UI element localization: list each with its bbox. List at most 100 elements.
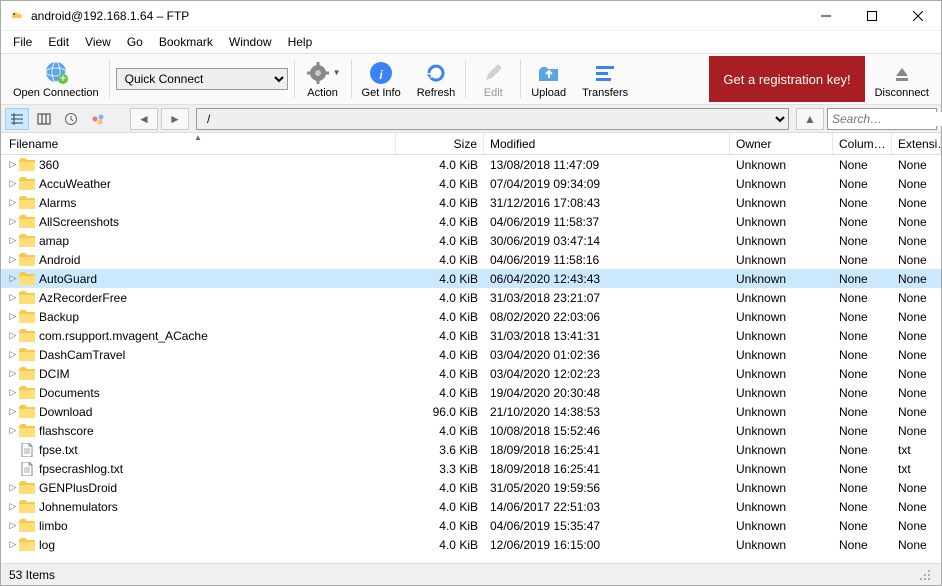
nav-up-button[interactable]: ▲ (796, 108, 824, 130)
view-column-toggle[interactable] (32, 108, 56, 130)
table-row[interactable]: ▷GENPlusDroid4.0 KiB31/05/2020 19:59:56U… (1, 478, 941, 497)
upload-button[interactable]: Upload (523, 56, 574, 102)
table-row[interactable]: ▷AllScreenshots4.0 KiB04/06/2019 11:58:3… (1, 212, 941, 231)
table-row[interactable]: ▷Download96.0 KiB21/10/2020 14:38:53Unkn… (1, 402, 941, 421)
table-row[interactable]: fpse.txt3.6 KiB18/09/2018 16:25:41Unknow… (1, 440, 941, 459)
column-size[interactable]: Size (396, 133, 484, 154)
file-name: GENPlusDroid (39, 481, 117, 495)
expand-icon[interactable]: ▷ (7, 216, 19, 227)
expand-icon[interactable]: ▷ (7, 539, 19, 550)
menu-bookmark[interactable]: Bookmark (151, 33, 221, 51)
file-column: None (833, 500, 892, 514)
file-name: com.rsupport.mvagent_ACache (39, 329, 208, 343)
table-row[interactable]: ▷Documents4.0 KiB19/04/2020 20:30:48Unkn… (1, 383, 941, 402)
expand-icon[interactable]: ▷ (7, 406, 19, 417)
arrow-left-icon: ◄ (138, 112, 150, 126)
file-owner: Unknown (730, 329, 833, 343)
menu-go[interactable]: Go (119, 33, 151, 51)
column-owner[interactable]: Owner (730, 133, 833, 154)
file-column: None (833, 348, 892, 362)
file-name: limbo (39, 519, 68, 533)
open-connection-button[interactable]: + Open Connection (5, 56, 107, 102)
toolbar: + Open Connection Quick Connect ▼ Action… (1, 53, 941, 105)
table-row[interactable]: ▷AzRecorderFree4.0 KiB31/03/2018 23:21:0… (1, 288, 941, 307)
table-row[interactable]: ▷AccuWeather4.0 KiB07/04/2019 09:34:09Un… (1, 174, 941, 193)
history-toggle[interactable] (59, 108, 83, 130)
resize-grip[interactable] (917, 567, 933, 583)
table-row[interactable]: ▷DashCamTravel4.0 KiB03/04/2020 01:02:36… (1, 345, 941, 364)
registration-key-button[interactable]: Get a registration key! (709, 56, 864, 102)
column-modified[interactable]: Modified (484, 133, 730, 154)
action-button[interactable]: ▼ Action (297, 56, 349, 102)
refresh-button[interactable]: Refresh (409, 56, 464, 102)
file-column: None (833, 405, 892, 419)
nav-back-button[interactable]: ◄ (130, 108, 158, 130)
search-box[interactable] (827, 108, 937, 130)
titlebar: android@192.168.1.64 – FTP (1, 1, 941, 31)
file-size: 4.0 KiB (396, 177, 484, 191)
expand-icon[interactable]: ▷ (7, 254, 19, 265)
column-filename[interactable]: Filename▲ (1, 133, 396, 154)
table-row[interactable]: fpsecrashlog.txt3.3 KiB18/09/2018 16:25:… (1, 459, 941, 478)
file-name: amap (39, 234, 69, 248)
path-dropdown[interactable]: / (196, 108, 789, 130)
expand-icon[interactable]: ▷ (7, 349, 19, 360)
table-row[interactable]: ▷Backup4.0 KiB08/02/2020 22:03:06Unknown… (1, 307, 941, 326)
minimize-button[interactable] (803, 1, 849, 31)
expand-icon[interactable]: ▷ (7, 311, 19, 322)
expand-icon[interactable]: ▷ (7, 292, 19, 303)
maximize-button[interactable] (849, 1, 895, 31)
table-row[interactable]: ▷Alarms4.0 KiB31/12/2016 17:08:43Unknown… (1, 193, 941, 212)
menu-window[interactable]: Window (221, 33, 280, 51)
file-owner: Unknown (730, 272, 833, 286)
view-list-toggle[interactable] (5, 108, 29, 130)
expand-icon[interactable]: ▷ (7, 425, 19, 436)
transfers-button[interactable]: Transfers (574, 56, 636, 102)
file-owner: Unknown (730, 367, 833, 381)
quick-connect-dropdown[interactable]: Quick Connect (112, 56, 292, 102)
expand-icon[interactable]: ▷ (7, 368, 19, 379)
menu-view[interactable]: View (77, 33, 119, 51)
table-row[interactable]: ▷log4.0 KiB12/06/2019 16:15:00UnknownNon… (1, 535, 941, 554)
expand-icon[interactable]: ▷ (7, 387, 19, 398)
table-row[interactable]: ▷DCIM4.0 KiB03/04/2020 12:02:23UnknownNo… (1, 364, 941, 383)
column-column[interactable]: Colum… (833, 133, 892, 154)
expand-icon[interactable]: ▷ (7, 178, 19, 189)
expand-icon[interactable]: ▷ (7, 330, 19, 341)
expand-icon[interactable]: ▷ (7, 482, 19, 493)
arrow-right-icon: ► (169, 112, 181, 126)
expand-icon[interactable]: ▷ (7, 159, 19, 170)
close-button[interactable] (895, 1, 941, 31)
table-row[interactable]: ▷flashscore4.0 KiB10/08/2018 15:52:46Unk… (1, 421, 941, 440)
file-modified: 31/03/2018 13:41:31 (484, 329, 730, 343)
expand-icon[interactable]: ▷ (7, 273, 19, 284)
menu-file[interactable]: File (5, 33, 40, 51)
expand-icon[interactable]: ▷ (7, 501, 19, 512)
file-list[interactable]: ▷3604.0 KiB13/08/2018 11:47:09UnknownNon… (1, 155, 941, 563)
file-extension: None (892, 196, 941, 210)
table-row[interactable]: ▷com.rsupport.mvagent_ACache4.0 KiB31/03… (1, 326, 941, 345)
edit-button[interactable]: Edit (468, 56, 518, 102)
get-info-button[interactable]: i Get Info (354, 56, 409, 102)
expand-icon[interactable]: ▷ (7, 235, 19, 246)
disconnect-button[interactable]: Disconnect (867, 56, 937, 102)
file-extension: None (892, 424, 941, 438)
column-extension[interactable]: Extensi… (892, 133, 941, 154)
table-row[interactable]: ▷3604.0 KiB13/08/2018 11:47:09UnknownNon… (1, 155, 941, 174)
table-row[interactable]: ▷Android4.0 KiB04/06/2019 11:58:16Unknow… (1, 250, 941, 269)
file-name: fpsecrashlog.txt (39, 462, 123, 476)
file-extension: None (892, 481, 941, 495)
file-modified: 31/12/2016 17:08:43 (484, 196, 730, 210)
menu-help[interactable]: Help (280, 33, 321, 51)
table-row[interactable]: ▷Johnemulators4.0 KiB14/06/2017 22:51:03… (1, 497, 941, 516)
table-row[interactable]: ▷AutoGuard4.0 KiB06/04/2020 12:43:43Unkn… (1, 269, 941, 288)
file-extension: None (892, 253, 941, 267)
table-row[interactable]: ▷amap4.0 KiB30/06/2019 03:47:14UnknownNo… (1, 231, 941, 250)
nav-forward-button[interactable]: ► (161, 108, 189, 130)
bonjour-toggle[interactable] (86, 108, 110, 130)
expand-icon[interactable]: ▷ (7, 197, 19, 208)
search-input[interactable] (832, 112, 942, 126)
expand-icon[interactable]: ▷ (7, 520, 19, 531)
menu-edit[interactable]: Edit (40, 33, 77, 51)
table-row[interactable]: ▷limbo4.0 KiB04/06/2019 15:35:47UnknownN… (1, 516, 941, 535)
